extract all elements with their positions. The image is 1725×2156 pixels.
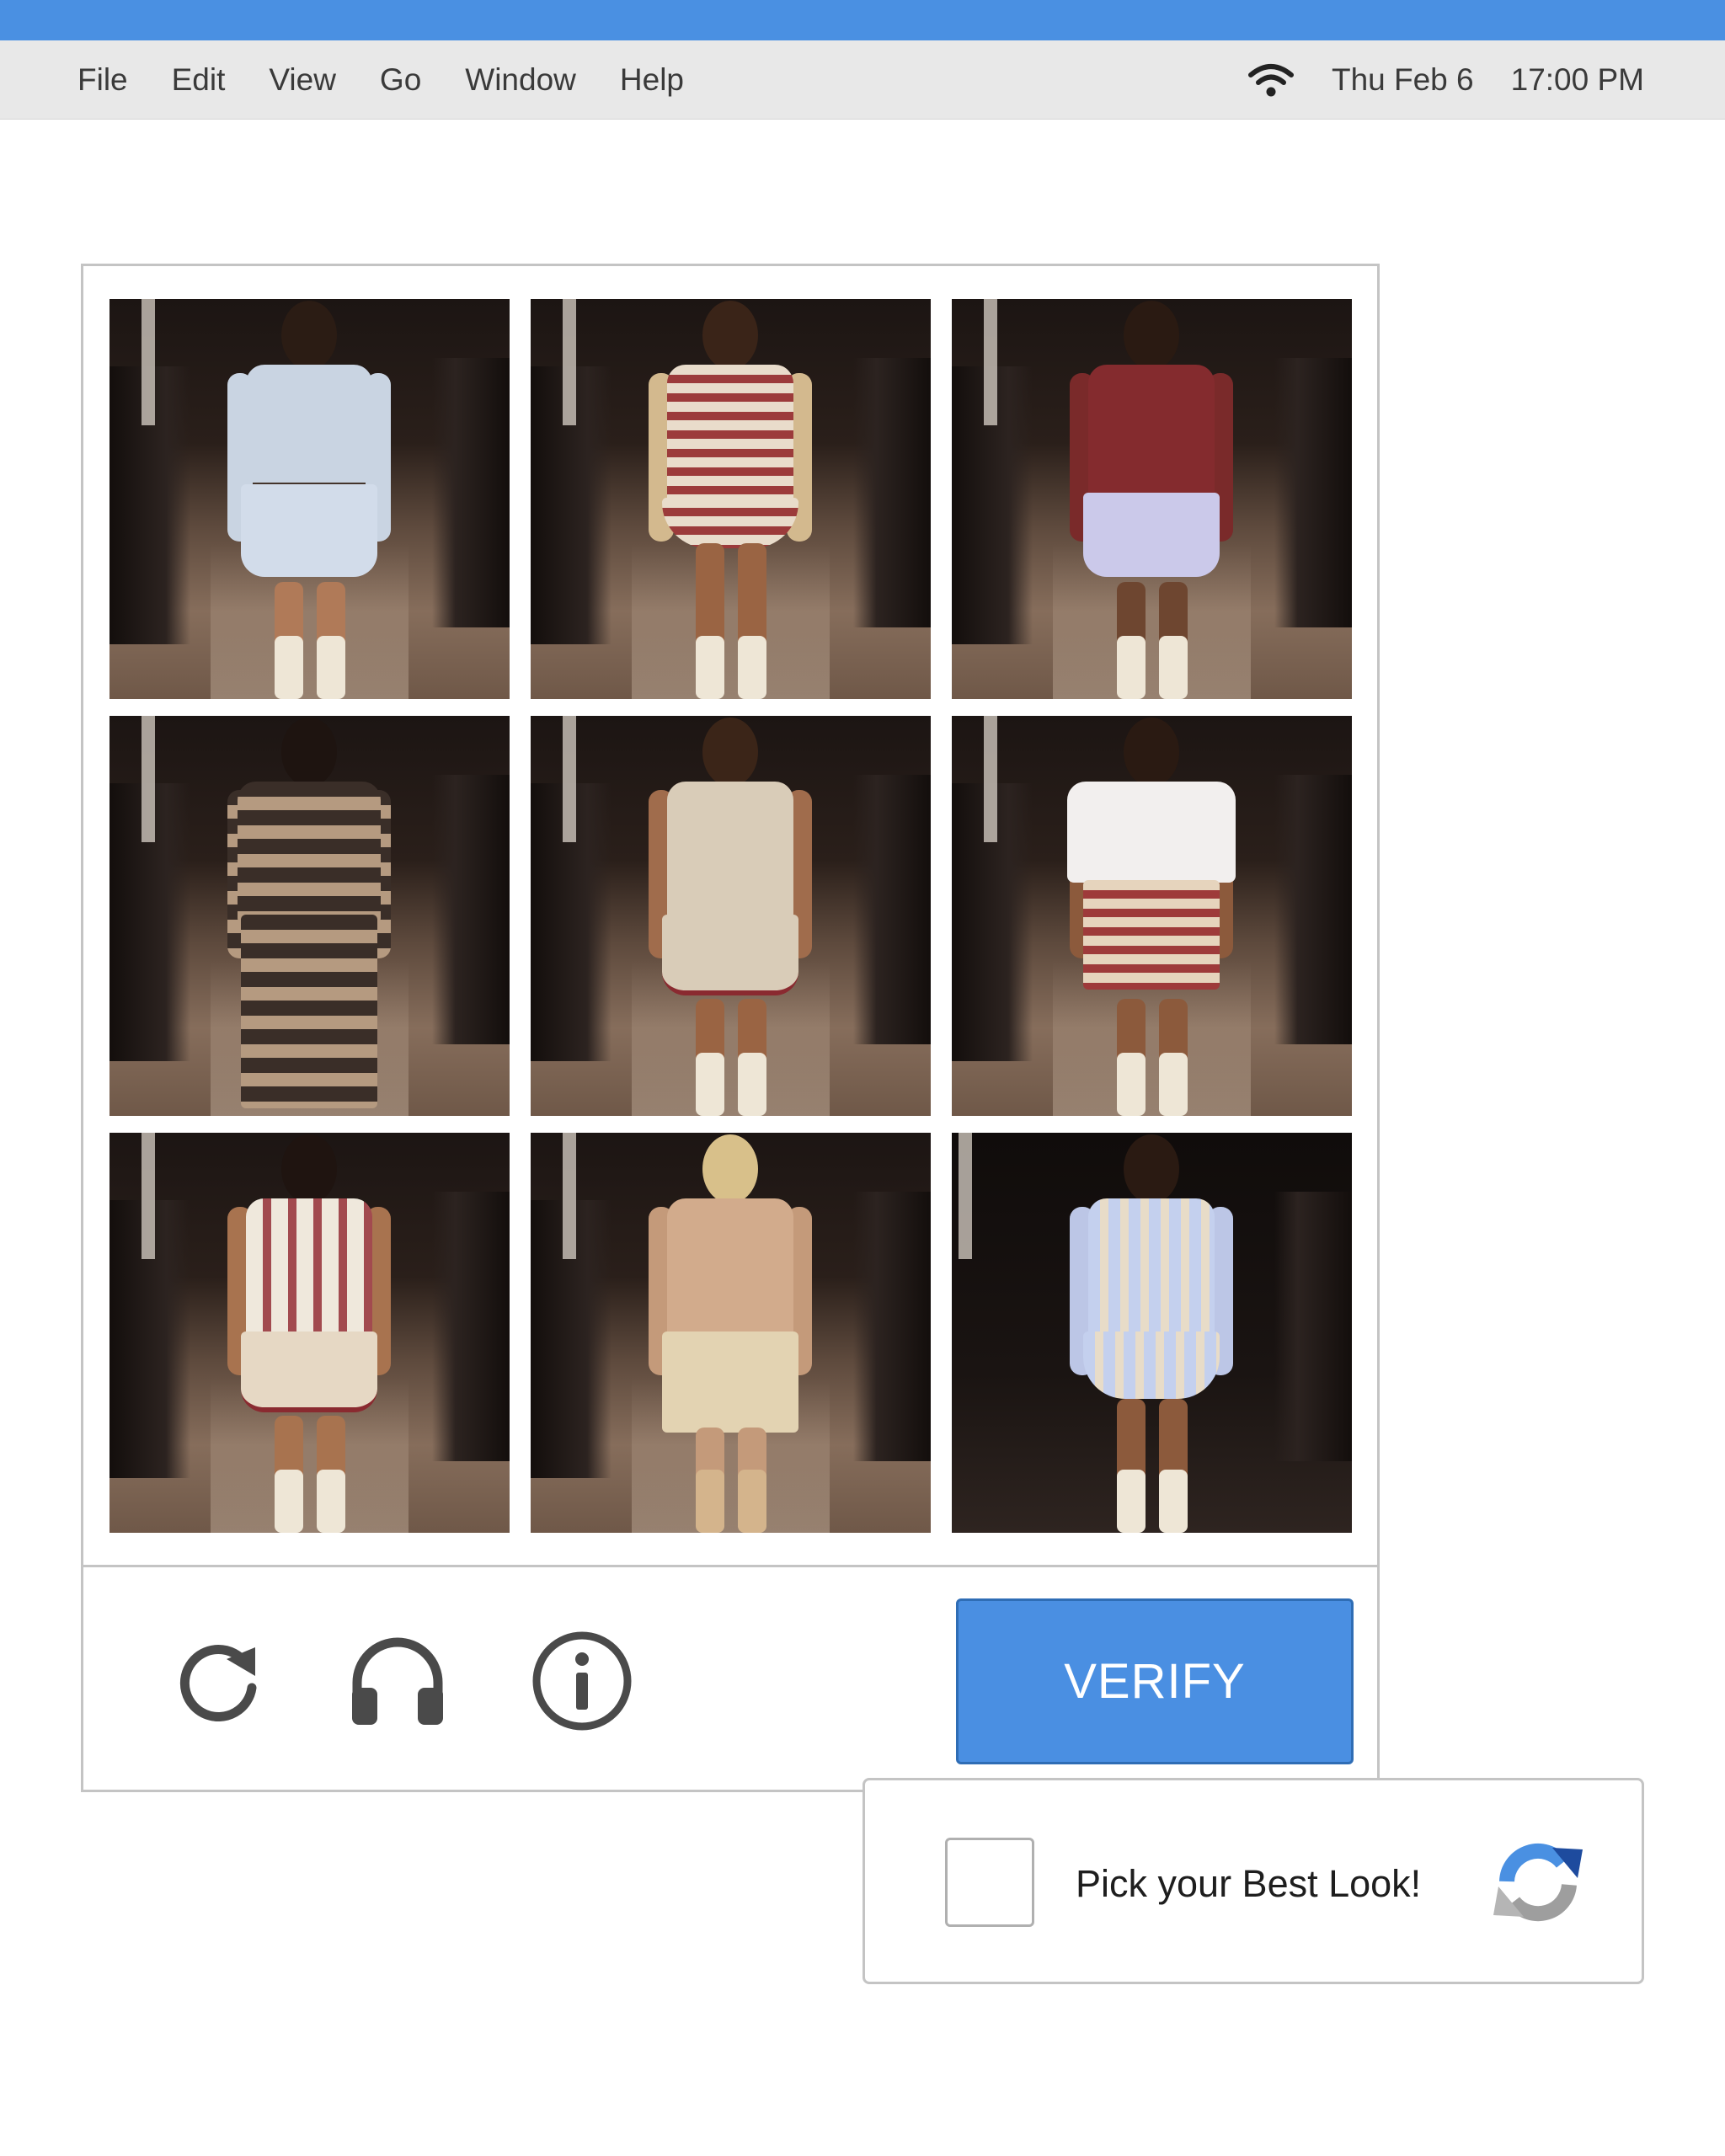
captcha-tile-6[interactable] bbox=[952, 716, 1352, 1116]
model-top bbox=[246, 365, 372, 483]
model-head bbox=[281, 1134, 337, 1203]
captcha-tile-3[interactable] bbox=[952, 299, 1352, 699]
model-head bbox=[281, 301, 337, 370]
runway-wall bbox=[563, 716, 576, 842]
refresh-icon bbox=[179, 1645, 257, 1721]
menu-bar: File Edit View Go Window Help Thu Feb 6 … bbox=[0, 40, 1725, 120]
runway-wall bbox=[142, 299, 155, 425]
menu-file[interactable]: File bbox=[77, 62, 128, 98]
recaptcha-logo bbox=[1488, 1833, 1588, 1932]
runway-crowd-right bbox=[853, 1192, 931, 1461]
model-top bbox=[667, 365, 793, 508]
model-sock-left bbox=[275, 1470, 303, 1533]
model-sock-left bbox=[1117, 1470, 1146, 1533]
model-bottom bbox=[1083, 1331, 1220, 1399]
captcha-divider bbox=[83, 1565, 1377, 1567]
model-head bbox=[1124, 1134, 1179, 1203]
captcha-tile-4[interactable] bbox=[109, 716, 510, 1116]
model-bottom bbox=[1083, 493, 1220, 577]
model-sock-right bbox=[1159, 636, 1188, 699]
refresh-button[interactable] bbox=[168, 1630, 269, 1732]
model-top bbox=[246, 1198, 372, 1342]
runway-wall bbox=[984, 299, 997, 425]
runway-crowd-right bbox=[1274, 775, 1352, 1044]
runway-crowd-right bbox=[853, 358, 931, 627]
info-icon bbox=[532, 1631, 632, 1731]
menu-edit[interactable]: Edit bbox=[172, 62, 226, 98]
captcha-tile-7[interactable] bbox=[109, 1133, 510, 1533]
runway-crowd-right bbox=[432, 775, 510, 1044]
model-bottom bbox=[241, 915, 377, 1108]
model-sock-left bbox=[1117, 1053, 1146, 1116]
captcha-panel: VERIFY bbox=[81, 264, 1380, 1792]
status-area: Thu Feb 6 17:00 PM bbox=[1247, 40, 1644, 120]
audio-challenge-button[interactable] bbox=[347, 1630, 448, 1732]
runway-wall bbox=[563, 1133, 576, 1259]
window-title-bar bbox=[0, 0, 1725, 40]
captcha-tile-9[interactable] bbox=[952, 1133, 1352, 1533]
model-head bbox=[1124, 301, 1179, 370]
model-top bbox=[1088, 365, 1215, 508]
model-top bbox=[667, 1198, 793, 1342]
model-top bbox=[667, 782, 793, 925]
menu-help[interactable]: Help bbox=[620, 62, 684, 98]
model-head bbox=[702, 301, 758, 370]
model-sock-right bbox=[738, 1053, 766, 1116]
runway-wall bbox=[142, 1133, 155, 1259]
model-head bbox=[1124, 718, 1179, 787]
runway-wall bbox=[563, 299, 576, 425]
model-bottom bbox=[662, 1331, 798, 1433]
runway-crowd-right bbox=[432, 1192, 510, 1461]
model-sock-right bbox=[738, 636, 766, 699]
runway-crowd-right bbox=[853, 775, 931, 1044]
model-bottom bbox=[662, 915, 798, 995]
model-sock-left bbox=[696, 1053, 724, 1116]
captcha-tile-1[interactable] bbox=[109, 299, 510, 699]
runway-crowd-right bbox=[1274, 358, 1352, 627]
headphones-icon bbox=[352, 1637, 443, 1725]
model-sock-right bbox=[1159, 1470, 1188, 1533]
model-sock-left bbox=[696, 1470, 724, 1533]
recaptcha-label: Pick your Best Look! bbox=[1076, 1861, 1422, 1905]
model-top bbox=[1088, 1198, 1215, 1342]
runway-wall bbox=[984, 716, 997, 842]
runway-crowd-right bbox=[432, 358, 510, 627]
menu-date: Thu Feb 6 bbox=[1331, 62, 1474, 97]
verify-button[interactable]: VERIFY bbox=[956, 1598, 1354, 1764]
model-head bbox=[702, 1134, 758, 1203]
info-button[interactable] bbox=[531, 1630, 633, 1732]
runway-wall bbox=[959, 1133, 972, 1259]
model-sock-left bbox=[696, 636, 724, 699]
model-bottom bbox=[662, 498, 798, 548]
model-sock-left bbox=[1117, 636, 1146, 699]
runway-wall bbox=[142, 716, 155, 842]
model-sock-right bbox=[317, 636, 345, 699]
recaptcha-logo-icon bbox=[1493, 1844, 1583, 1922]
model-head bbox=[281, 718, 337, 787]
captcha-tile-8[interactable] bbox=[531, 1133, 931, 1533]
model-sock-right bbox=[317, 1470, 345, 1533]
captcha-tile-5[interactable] bbox=[531, 716, 931, 1116]
runway-crowd-right bbox=[1274, 1192, 1352, 1461]
menu-view[interactable]: View bbox=[269, 62, 336, 98]
menu-items: File Edit View Go Window Help bbox=[77, 40, 728, 120]
runway-floor bbox=[632, 543, 830, 699]
recaptcha-widget: Pick your Best Look! bbox=[862, 1778, 1644, 1984]
menu-window[interactable]: Window bbox=[465, 62, 576, 98]
menu-time: 17:00 PM bbox=[1510, 62, 1644, 97]
model-sock-right bbox=[738, 1470, 766, 1533]
model-bottom bbox=[1083, 880, 1220, 990]
model-bottom bbox=[241, 1331, 377, 1412]
recaptcha-checkbox[interactable] bbox=[945, 1838, 1034, 1927]
model-sock-right bbox=[1159, 1053, 1188, 1116]
captcha-tile-2[interactable] bbox=[531, 299, 931, 699]
menu-go[interactable]: Go bbox=[380, 62, 421, 98]
model-bottom bbox=[241, 484, 377, 577]
model-top bbox=[238, 782, 381, 925]
model-top bbox=[1067, 782, 1236, 883]
wifi-icon[interactable] bbox=[1247, 61, 1295, 99]
model-head bbox=[702, 718, 758, 787]
image-grid bbox=[109, 299, 1352, 1533]
model-sock-left bbox=[275, 636, 303, 699]
